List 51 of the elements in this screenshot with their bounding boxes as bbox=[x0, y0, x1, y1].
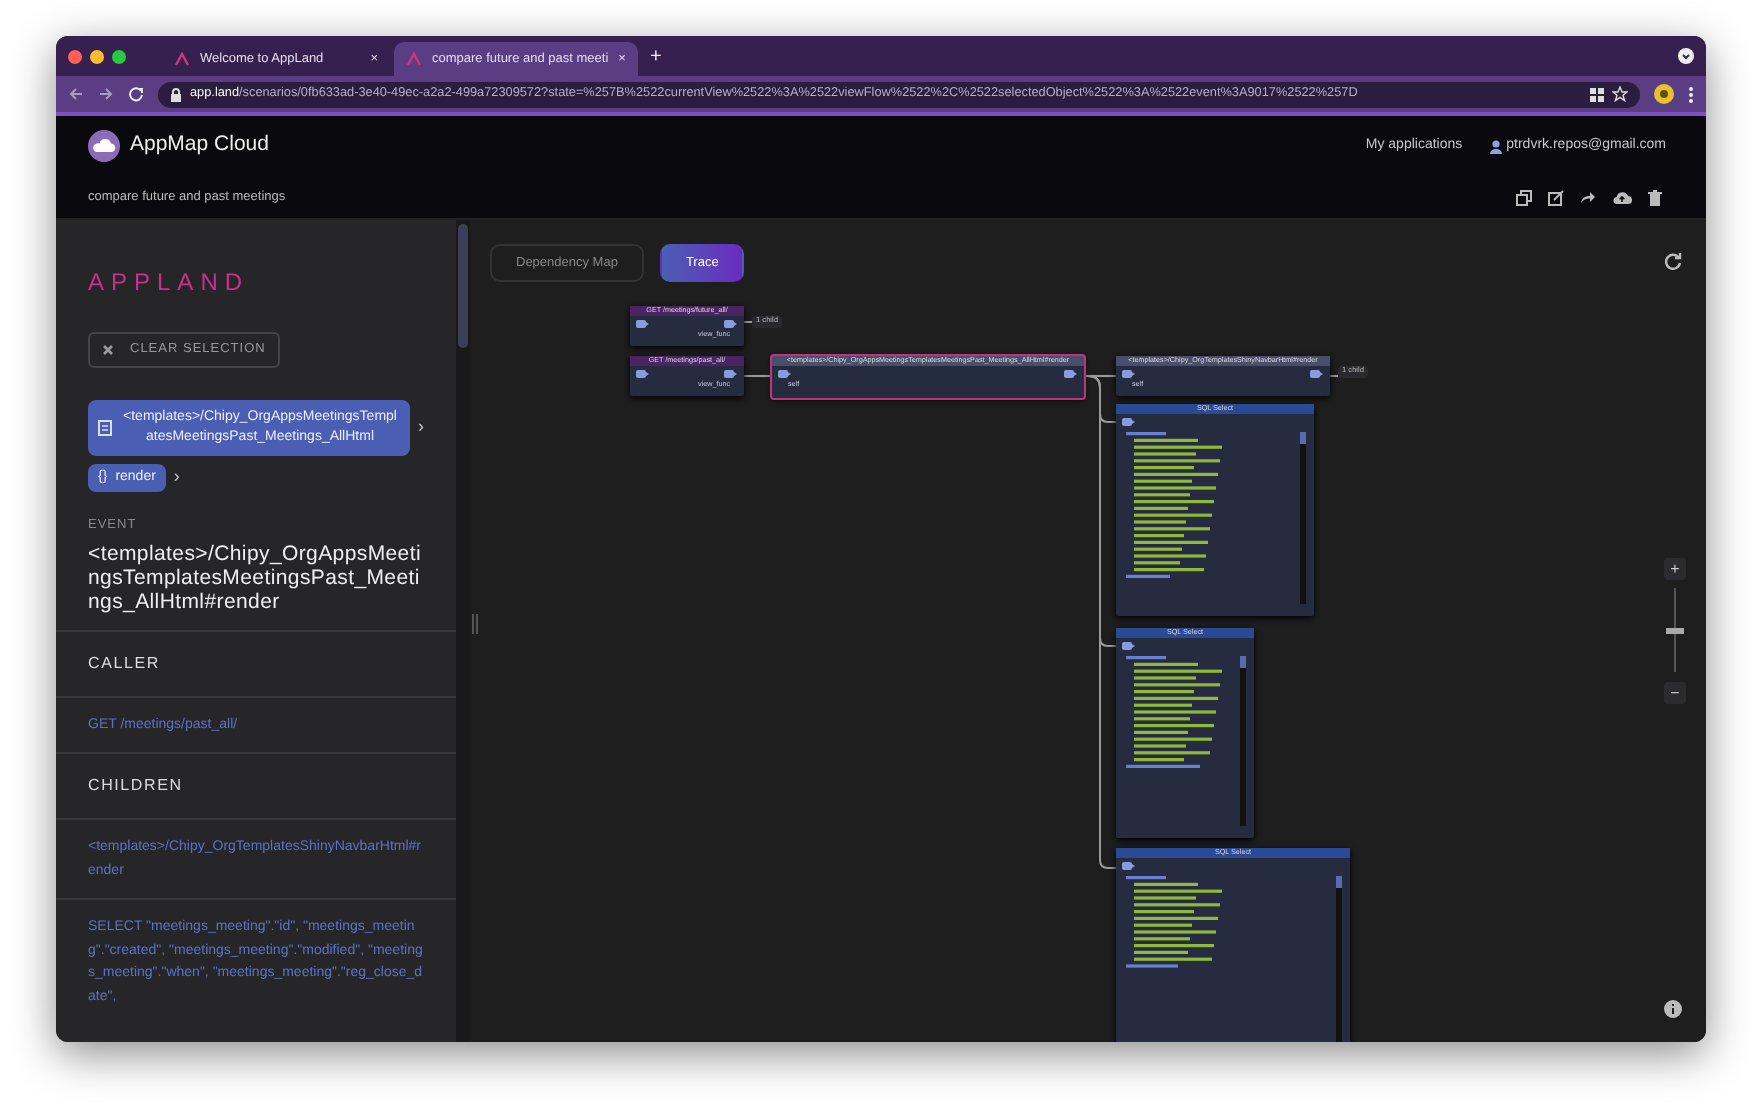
menu-icon[interactable] bbox=[1688, 85, 1694, 103]
output-port-icon bbox=[724, 320, 738, 328]
input-port-icon bbox=[1122, 370, 1136, 378]
cloud-upload-icon[interactable] bbox=[1612, 190, 1632, 204]
star-icon[interactable] bbox=[1612, 86, 1628, 102]
back-icon[interactable] bbox=[68, 86, 84, 102]
close-icon bbox=[102, 343, 114, 356]
connector-line bbox=[743, 375, 773, 377]
share-icon[interactable] bbox=[1580, 190, 1596, 204]
copy-icon[interactable] bbox=[1516, 189, 1532, 205]
reload-icon[interactable] bbox=[128, 86, 144, 102]
output-port-icon bbox=[724, 370, 738, 378]
section-heading: CHILDREN bbox=[88, 774, 185, 798]
new-tab-button[interactable]: + bbox=[649, 41, 662, 71]
event-title: <templates>/Chipy_OrgAppsMeetingsTemplatesMeetingsPast_Meetings_AllHtml#render bbox=[88, 541, 423, 613]
resize-handle-icon[interactable] bbox=[472, 614, 478, 634]
input-port-icon bbox=[1122, 862, 1136, 870]
info-icon[interactable] bbox=[1664, 1000, 1682, 1018]
connector-line bbox=[1329, 375, 1339, 377]
scrollbar-thumb[interactable] bbox=[458, 224, 468, 348]
zoom-slider-thumb[interactable] bbox=[1666, 627, 1684, 633]
edit-icon[interactable] bbox=[1548, 189, 1564, 205]
forward-icon[interactable] bbox=[98, 86, 114, 102]
zoom-out-button[interactable]: − bbox=[1664, 682, 1686, 704]
input-port-icon bbox=[636, 320, 650, 328]
output-port-icon bbox=[1310, 370, 1324, 378]
code-lines-drawing bbox=[1126, 656, 1226, 772]
chevron-icon: › bbox=[173, 464, 180, 491]
zoom-in-button[interactable]: + bbox=[1664, 558, 1686, 580]
code-lines-drawing bbox=[1126, 876, 1226, 972]
output-port-icon bbox=[1064, 370, 1078, 378]
input-port-icon bbox=[636, 370, 650, 378]
user-icon bbox=[1490, 139, 1503, 153]
extension-icon[interactable] bbox=[1654, 84, 1674, 104]
chevron-icon: › bbox=[418, 414, 424, 441]
trash-icon[interactable] bbox=[1648, 189, 1662, 205]
input-port-icon bbox=[1122, 642, 1136, 650]
file-icon bbox=[98, 419, 112, 436]
app-title: AppMap Cloud bbox=[130, 130, 269, 161]
section-heading: CALLER bbox=[88, 651, 162, 675]
caret-up-icon bbox=[406, 52, 422, 66]
dropdown-icon[interactable] bbox=[1678, 48, 1694, 64]
caret-up-icon bbox=[174, 52, 190, 66]
grid-icon[interactable] bbox=[1590, 87, 1604, 101]
lock-icon bbox=[170, 87, 182, 101]
input-port-icon bbox=[778, 370, 792, 378]
brand-logo: APPLAND bbox=[88, 266, 252, 300]
input-port-icon bbox=[1122, 418, 1136, 426]
connector-line bbox=[743, 321, 753, 323]
refresh-icon[interactable] bbox=[1664, 252, 1682, 270]
cloud-logo-icon bbox=[88, 130, 120, 162]
